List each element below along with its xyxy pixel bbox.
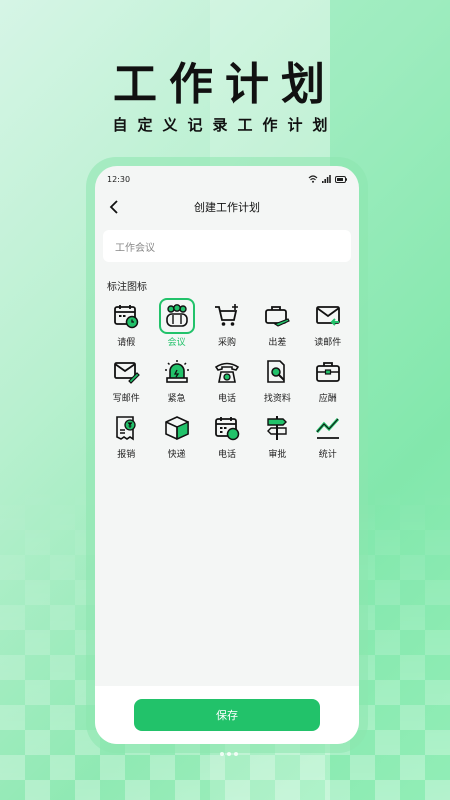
status-time: 12:30 bbox=[107, 174, 131, 184]
telephone-icon bbox=[214, 362, 240, 383]
icon-option[interactable]: 统计 bbox=[303, 413, 353, 465]
icon-option[interactable]: 电话 bbox=[202, 413, 252, 465]
icon-option[interactable]: 报销 bbox=[101, 413, 151, 465]
icon-option-selected[interactable]: 会议 bbox=[151, 298, 201, 353]
calendar-phone-icon bbox=[215, 417, 240, 441]
phone-screen: 12:30 创建工作计划 工作会议 标注图标 请假 会议 采购 出差 读邮件 写… bbox=[95, 166, 359, 744]
icon-option-label: 应酬 bbox=[318, 394, 337, 404]
home-indicator bbox=[220, 752, 238, 756]
shopping-cart-icon bbox=[214, 304, 238, 326]
icon-option-label: 紧急 bbox=[167, 394, 186, 404]
people-group-icon bbox=[165, 304, 188, 327]
icon-option[interactable]: 找资料 bbox=[252, 357, 302, 409]
receipt-yen-icon bbox=[116, 416, 136, 441]
trend-line-icon bbox=[315, 417, 339, 439]
icon-option-label: 电话 bbox=[217, 394, 236, 404]
plan-name-input[interactable]: 工作会议 bbox=[103, 230, 351, 262]
icon-option-label: 统计 bbox=[318, 450, 337, 460]
icon-option[interactable]: 电话 bbox=[202, 357, 252, 409]
icon-option[interactable]: 快递 bbox=[151, 413, 201, 465]
icon-option-label: 写邮件 bbox=[112, 394, 140, 404]
icon-option-label: 请假 bbox=[117, 338, 136, 348]
icon-option[interactable]: 写邮件 bbox=[101, 357, 151, 409]
briefcase-icon bbox=[315, 362, 340, 382]
icon-option-label: 报销 bbox=[117, 450, 136, 460]
alarm-light-icon bbox=[164, 360, 189, 383]
icon-option-label: 会议 bbox=[167, 338, 186, 348]
icon-option[interactable]: 请假 bbox=[101, 301, 151, 353]
icon-option[interactable]: 读邮件 bbox=[303, 301, 353, 353]
icon-option-label: 审批 bbox=[268, 450, 287, 460]
battery-icon bbox=[335, 175, 347, 183]
icon-grid: 请假 会议 采购 出差 读邮件 写邮件 紧急 电话 找资料 应酬 报销 快递 电… bbox=[101, 298, 353, 465]
icon-option-label: 电话 bbox=[217, 450, 236, 460]
icon-option-label: 找资料 bbox=[263, 394, 291, 404]
document-search-icon bbox=[267, 360, 286, 383]
icon-option-label: 出差 bbox=[268, 338, 287, 348]
calendar-clock-icon bbox=[114, 305, 139, 329]
back-button[interactable] bbox=[103, 196, 125, 218]
chevron-left-icon bbox=[109, 200, 118, 214]
mail-read-icon bbox=[315, 306, 340, 326]
plan-name-value: 工作会议 bbox=[115, 242, 155, 254]
icon-option[interactable]: 审批 bbox=[252, 413, 302, 465]
icon-option-label: 快递 bbox=[167, 450, 186, 460]
phone-frame: 12:30 创建工作计划 工作会议 标注图标 请假 会议 采购 出差 读邮件 写… bbox=[86, 157, 368, 753]
nav-bar: 创建工作计划 bbox=[95, 192, 359, 222]
promo-subline: 自定义记录工作计划 bbox=[112, 116, 338, 134]
page-title: 创建工作计划 bbox=[194, 201, 260, 214]
save-button[interactable]: 保存 bbox=[134, 699, 320, 731]
icon-option[interactable]: 应酬 bbox=[303, 357, 353, 409]
icon-option-label: 采购 bbox=[217, 338, 236, 348]
icon-section-label: 标注图标 bbox=[107, 282, 147, 293]
icon-option[interactable]: 采购 bbox=[202, 301, 252, 353]
promo-headline: 工作计划 bbox=[113, 59, 337, 110]
bottom-bar: 保存 bbox=[95, 686, 359, 744]
icon-option[interactable]: 紧急 bbox=[151, 357, 201, 409]
signal-icon bbox=[322, 175, 331, 183]
package-box-icon bbox=[164, 416, 189, 441]
status-bar: 12:30 bbox=[95, 166, 359, 192]
signpost-icon bbox=[267, 416, 288, 440]
wifi-icon bbox=[308, 175, 318, 183]
icon-option[interactable]: 出差 bbox=[252, 301, 302, 353]
mail-write-icon bbox=[114, 362, 141, 384]
icon-option-label: 读邮件 bbox=[314, 338, 342, 348]
suitcase-plane-icon bbox=[265, 306, 291, 327]
